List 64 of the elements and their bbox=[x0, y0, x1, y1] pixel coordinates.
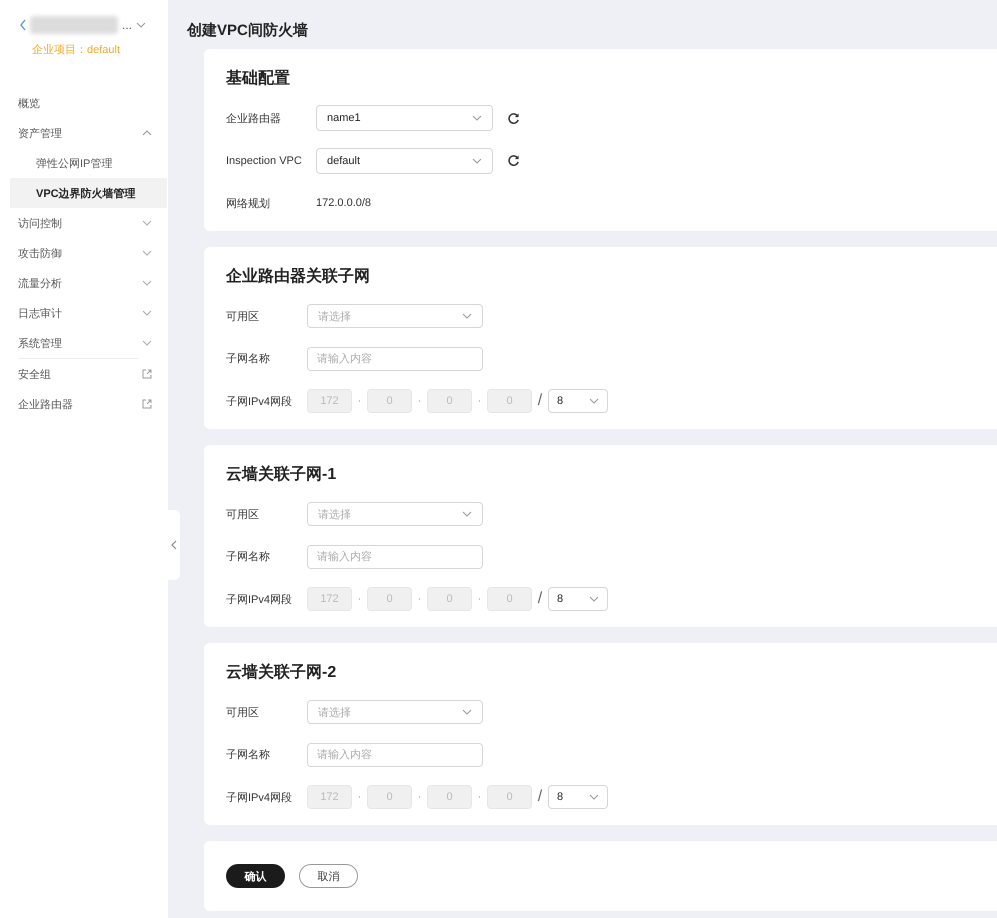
cancel-button[interactable]: 取消 bbox=[299, 864, 358, 888]
chevron-down-icon bbox=[462, 313, 472, 320]
nav-item[interactable]: 攻击防御 bbox=[0, 238, 168, 268]
chevron-down-icon bbox=[462, 511, 472, 518]
separator: · bbox=[476, 395, 482, 408]
field-label: 子网IPv4网段 bbox=[226, 790, 294, 805]
chevron-down-icon bbox=[589, 398, 599, 404]
section-title: 基础配置 bbox=[226, 68, 291, 89]
nav-item[interactable]: 资产管理 bbox=[0, 118, 168, 148]
back-icon bbox=[20, 19, 26, 31]
chevron-down-icon bbox=[589, 794, 599, 800]
input-field[interactable]: 请输入内容 bbox=[307, 544, 483, 569]
separator: · bbox=[356, 395, 362, 408]
select-field[interactable]: default bbox=[316, 148, 493, 174]
field-label: 可用区 bbox=[226, 310, 260, 324]
field-label: 子网名称 bbox=[226, 748, 271, 762]
field-label: 可用区 bbox=[226, 508, 260, 522]
nav-item[interactable]: 安全组 bbox=[0, 359, 168, 389]
section-title: 云墙关联子网-2 bbox=[226, 662, 338, 683]
field-label: 网络规划 bbox=[226, 196, 271, 211]
section-title: 企业路由器关联子网 bbox=[226, 266, 371, 287]
separator: / bbox=[536, 788, 544, 806]
separator: · bbox=[356, 593, 362, 606]
external-link-icon bbox=[142, 369, 152, 379]
input-field[interactable]: 请输入内容 bbox=[307, 742, 483, 767]
separator: · bbox=[476, 791, 482, 804]
chevron-down-icon bbox=[462, 709, 472, 716]
nav-item[interactable]: 概览 bbox=[0, 88, 168, 118]
title-ellipsis: ... bbox=[122, 18, 132, 32]
separator: / bbox=[536, 590, 544, 608]
chevron-down-icon bbox=[589, 596, 599, 602]
chevron-down-icon bbox=[472, 115, 482, 122]
separator: · bbox=[356, 791, 362, 804]
field-label: 子网IPv4网段 bbox=[226, 592, 294, 607]
field-label: 子网IPv4网段 bbox=[226, 394, 294, 409]
separator: · bbox=[416, 791, 422, 804]
chevron-down-icon bbox=[136, 22, 146, 28]
nav-item[interactable]: 弹性公网IP管理 bbox=[0, 148, 168, 178]
chevron-down-icon bbox=[472, 158, 482, 164]
project-label: 企业项目：default bbox=[31, 43, 122, 57]
section-title: 云墙关联子网-1 bbox=[226, 464, 338, 485]
nav-item[interactable]: 系统管理 bbox=[0, 328, 168, 358]
field-label: Inspection VPC bbox=[226, 154, 303, 167]
page-title: 创建VPC间防火墙 bbox=[186, 21, 309, 41]
external-link-icon bbox=[142, 399, 152, 409]
nav-item[interactable]: 流量分析 bbox=[0, 268, 168, 298]
nav-item[interactable]: 日志审计 bbox=[0, 298, 168, 328]
nav-item[interactable]: 访问控制 bbox=[0, 208, 168, 238]
nav-item[interactable]: VPC边界防火墙管理 bbox=[10, 178, 167, 208]
separator: · bbox=[416, 593, 422, 606]
separator: / bbox=[536, 392, 544, 410]
confirm-button[interactable]: 确认 bbox=[226, 864, 285, 888]
input-field[interactable]: 请输入内容 bbox=[307, 346, 483, 371]
field-label: 子网名称 bbox=[226, 352, 271, 366]
field-value: 172.0.0.0/8 bbox=[316, 197, 372, 210]
collapse-handle[interactable] bbox=[168, 510, 180, 580]
separator: · bbox=[416, 395, 422, 408]
field-label: 可用区 bbox=[226, 706, 260, 720]
nav-item[interactable]: 企业路由器 bbox=[0, 389, 168, 419]
field-label: 企业路由器 bbox=[226, 112, 282, 126]
chevron-left-icon bbox=[171, 540, 177, 550]
field-label: 子网名称 bbox=[226, 550, 271, 564]
select-field[interactable]: name1 bbox=[316, 105, 493, 132]
separator: · bbox=[476, 593, 482, 606]
